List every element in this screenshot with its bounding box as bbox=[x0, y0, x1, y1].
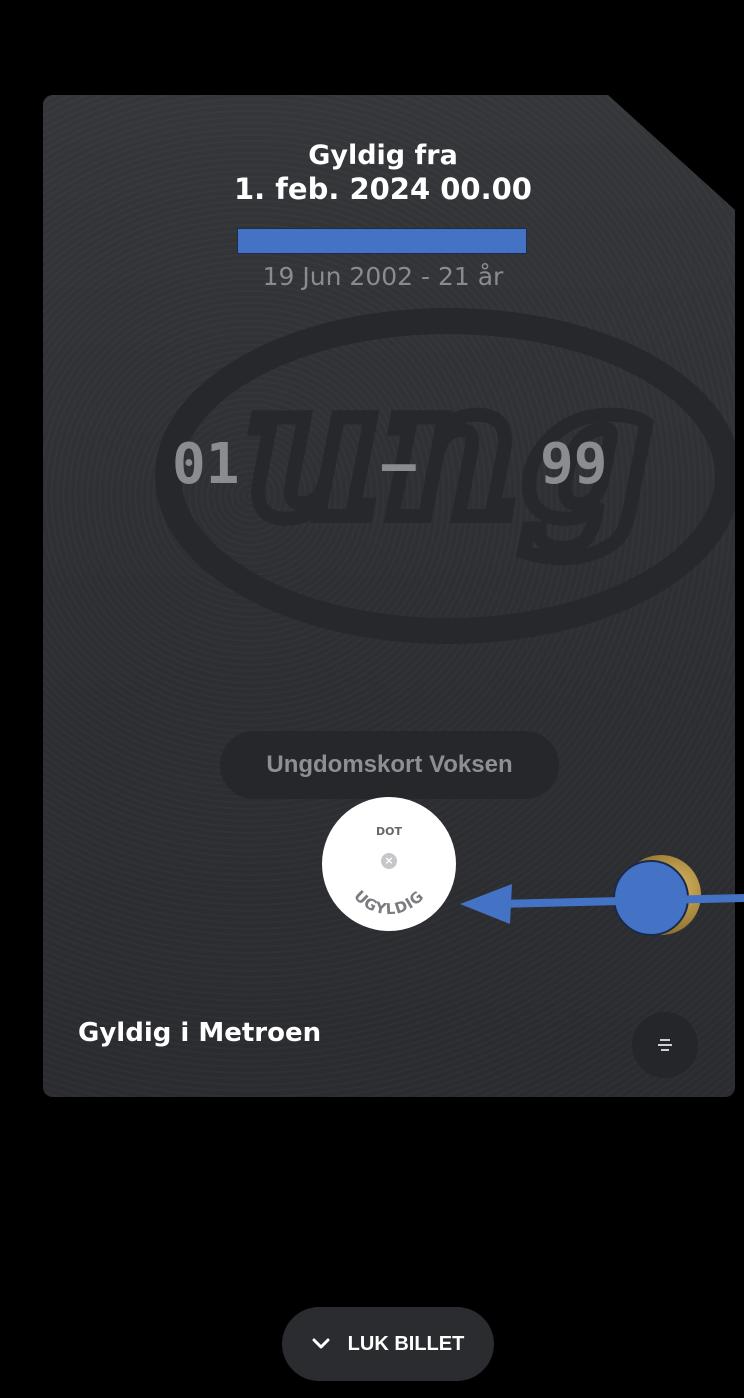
screen: ung Gyldig fra 1. feb. 2024 00.00 19 Jun… bbox=[0, 0, 744, 1398]
dot-status-badge[interactable]: DOT × UGYLDIG bbox=[322, 797, 456, 931]
zone-end: 99 bbox=[540, 432, 608, 497]
zone-separator: — bbox=[382, 432, 416, 497]
zone-start: 01 bbox=[172, 432, 240, 497]
close-ticket-label: LUK BILLET bbox=[347, 1332, 465, 1355]
birth-date-age: 19 Jun 2002 - 21 år bbox=[262, 262, 504, 291]
menu-lines-icon bbox=[658, 1039, 672, 1051]
valid-from-label: Gyldig fra bbox=[308, 140, 458, 171]
name-redaction-box bbox=[237, 228, 527, 254]
dot-invalid-status: UGYLDIG bbox=[350, 887, 427, 918]
ticket-menu-button[interactable] bbox=[632, 1012, 698, 1078]
dot-status-text: UGYLDIG bbox=[350, 887, 426, 918]
valid-from-date: 1. feb. 2024 00.00 bbox=[234, 172, 532, 206]
chevron-down-icon bbox=[312, 1338, 330, 1349]
svg-text:UGYLDIG: UGYLDIG bbox=[350, 887, 427, 918]
close-ticket-button[interactable]: LUK BILLET bbox=[282, 1307, 494, 1381]
ticket-type-badge: Ungdomskort Voksen bbox=[220, 731, 559, 799]
valid-in-label: Gyldig i Metroen bbox=[78, 1018, 322, 1048]
annotation-arrow bbox=[460, 884, 744, 924]
